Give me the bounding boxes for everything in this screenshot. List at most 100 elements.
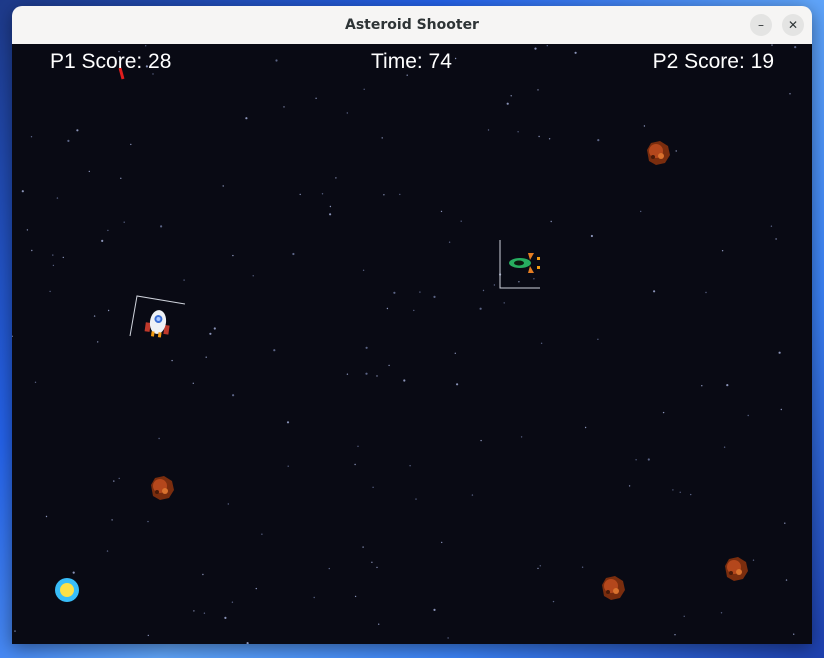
star xyxy=(581,566,584,568)
star xyxy=(62,256,64,259)
star xyxy=(493,284,496,286)
game-scene xyxy=(12,44,797,644)
star xyxy=(784,522,786,524)
star xyxy=(328,567,330,570)
star xyxy=(537,89,539,91)
star xyxy=(789,93,791,95)
star xyxy=(683,615,685,617)
title-bar[interactable]: Asteroid Shooter – ✕ xyxy=(12,6,812,45)
star xyxy=(213,327,216,330)
minimize-icon: – xyxy=(758,18,764,32)
star xyxy=(202,573,204,576)
star xyxy=(287,465,289,467)
star xyxy=(546,45,548,47)
asteroid-icon xyxy=(602,576,625,600)
star xyxy=(537,567,539,570)
star xyxy=(160,225,163,228)
asteroid-icon xyxy=(647,141,670,165)
star xyxy=(106,550,109,552)
star xyxy=(107,309,110,312)
star xyxy=(433,295,436,298)
star xyxy=(388,364,390,367)
asteroid-3 xyxy=(602,576,625,600)
star xyxy=(30,136,33,138)
star xyxy=(372,486,374,488)
star xyxy=(147,634,149,637)
star xyxy=(52,254,54,256)
minimize-button[interactable]: – xyxy=(750,14,772,36)
star xyxy=(147,520,149,523)
star xyxy=(107,229,109,232)
star xyxy=(292,252,295,256)
star xyxy=(145,45,147,47)
star xyxy=(517,131,519,133)
star xyxy=(111,519,113,521)
star xyxy=(534,47,537,50)
star xyxy=(539,565,541,567)
star xyxy=(679,491,681,493)
star xyxy=(232,254,234,257)
star xyxy=(454,57,457,60)
star xyxy=(538,135,540,138)
star xyxy=(640,210,642,213)
star xyxy=(365,346,368,349)
star xyxy=(460,220,462,222)
star xyxy=(552,600,555,603)
star xyxy=(647,458,650,461)
star xyxy=(510,95,512,97)
star xyxy=(550,220,552,223)
star xyxy=(130,143,132,146)
star xyxy=(346,373,349,375)
star xyxy=(49,290,51,293)
star xyxy=(433,608,436,612)
powerup-orb-icon xyxy=(55,578,79,602)
star xyxy=(72,571,75,574)
p1-score: P1 Score: 28 xyxy=(50,50,172,73)
asteroid-2 xyxy=(151,476,174,500)
star xyxy=(393,291,396,294)
star xyxy=(232,394,235,397)
star xyxy=(56,197,59,199)
star xyxy=(482,289,485,292)
close-button[interactable]: ✕ xyxy=(782,14,804,36)
player2-ship xyxy=(499,240,540,289)
star xyxy=(440,210,443,213)
star xyxy=(771,44,773,46)
star xyxy=(540,342,543,344)
p2-score: P2 Score: 19 xyxy=(652,50,774,73)
star xyxy=(97,341,99,343)
star xyxy=(597,338,599,340)
star xyxy=(113,480,115,482)
star xyxy=(653,290,656,293)
star xyxy=(383,194,385,196)
star xyxy=(354,595,357,598)
white-red-rocket-icon xyxy=(144,310,170,338)
star xyxy=(205,356,207,358)
star xyxy=(403,379,406,382)
star xyxy=(315,97,317,99)
star xyxy=(21,190,24,193)
asteroid-1 xyxy=(647,141,670,165)
star xyxy=(123,221,125,223)
star xyxy=(747,414,749,417)
star xyxy=(231,601,234,603)
star xyxy=(487,129,490,131)
star xyxy=(67,139,70,142)
asteroid-icon xyxy=(725,557,748,581)
star xyxy=(590,234,594,238)
star xyxy=(780,408,782,411)
star xyxy=(26,229,29,231)
star xyxy=(533,278,535,280)
star xyxy=(793,633,795,635)
star xyxy=(275,59,278,62)
star xyxy=(371,561,373,563)
star xyxy=(313,596,315,599)
star xyxy=(794,46,797,49)
star xyxy=(503,302,505,304)
star xyxy=(203,612,206,614)
star xyxy=(409,465,411,467)
star xyxy=(520,436,523,438)
star xyxy=(723,446,726,448)
star xyxy=(357,445,359,447)
game-canvas[interactable]: P1 Score: 28 Time: 74 P2 Score: 19 xyxy=(12,44,812,644)
